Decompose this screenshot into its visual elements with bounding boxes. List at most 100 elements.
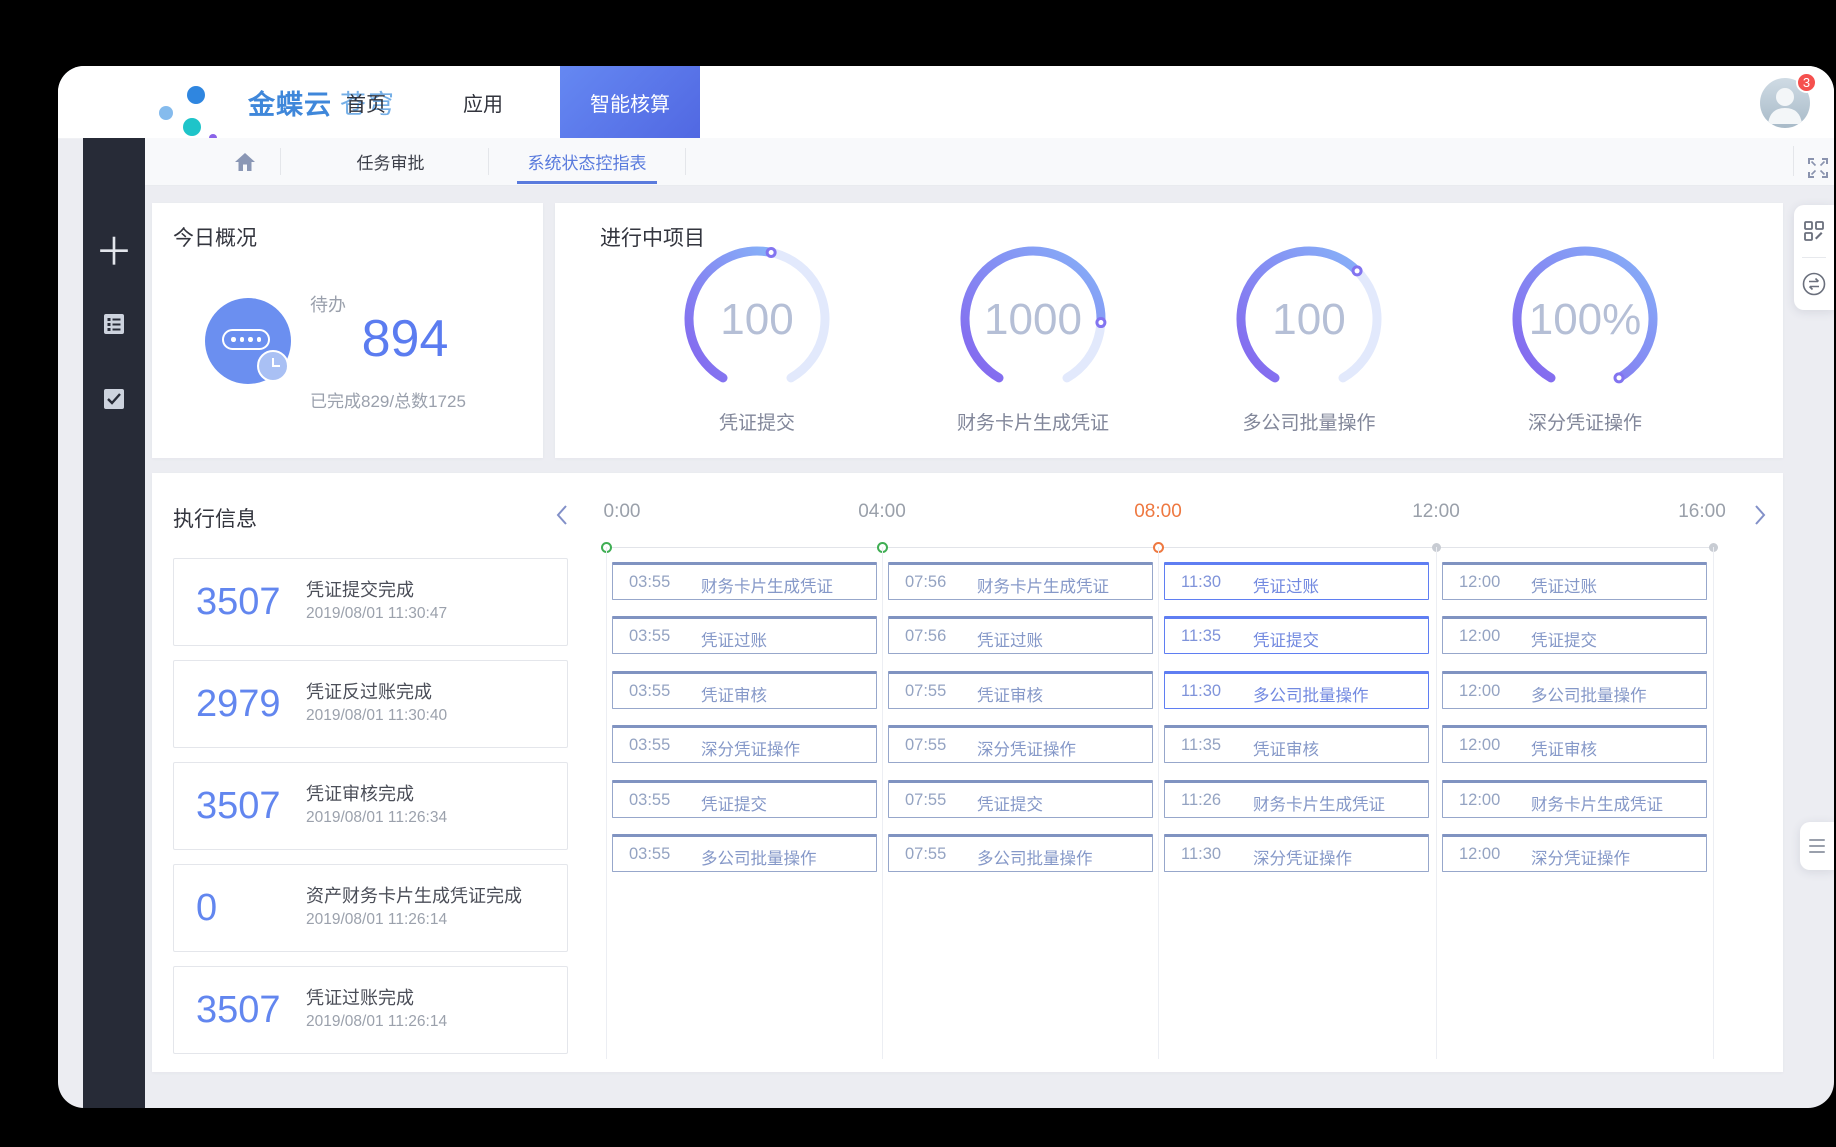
job-card[interactable]: 11:35 凭证审核: [1164, 725, 1429, 763]
plus-icon[interactable]: ＋: [83, 224, 145, 272]
stat-item[interactable]: 3507 凭证提交完成 2019/08/01 11:30:47: [173, 558, 568, 646]
job-label: 凭证审核: [701, 682, 767, 706]
stat-label: 凭证提交完成: [306, 576, 414, 602]
notification-badge[interactable]: 3: [1796, 72, 1817, 93]
job-card[interactable]: 12:00 多公司批量操作: [1442, 671, 1707, 709]
job-card[interactable]: 07:55 凭证提交: [888, 780, 1153, 818]
job-card[interactable]: 07:56 财务卡片生成凭证: [888, 562, 1153, 600]
job-label: 多公司批量操作: [1253, 682, 1369, 706]
completed-summary: 已完成829/总数1725: [310, 387, 466, 412]
job-card[interactable]: 03:55 多公司批量操作: [612, 834, 877, 872]
gauge-value: 100%: [1505, 295, 1665, 345]
job-card[interactable]: 03:55 凭证提交: [612, 780, 877, 818]
nav-item-smart-accounting[interactable]: 智能核算: [560, 66, 700, 138]
stat-item[interactable]: 0 资产财务卡片生成凭证完成 2019/08/01 11:26:14: [173, 864, 568, 952]
job-time: 11:30: [1181, 682, 1221, 701]
job-label: 凭证提交: [701, 791, 767, 815]
stat-value: 3507: [196, 989, 281, 1032]
job-time: 03:55: [629, 573, 670, 592]
job-label: 财务卡片生成凭证: [977, 573, 1109, 597]
job-card[interactable]: 11:30 深分凭证操作: [1164, 834, 1429, 872]
job-card[interactable]: 03:55 凭证过账: [612, 616, 877, 654]
job-label: 凭证过账: [977, 627, 1043, 651]
job-label: 财务卡片生成凭证: [1253, 791, 1385, 815]
gauge-label: 多公司批量操作: [1159, 408, 1459, 435]
logo-dot-teal: [183, 118, 201, 136]
gauge-label: 财务卡片生成凭证: [883, 408, 1183, 435]
job-card[interactable]: 03:55 凭证审核: [612, 671, 877, 709]
tick-label: 0:00: [562, 501, 682, 523]
home-icon[interactable]: [233, 150, 257, 174]
job-time: 12:00: [1459, 627, 1500, 646]
menu-icon: [1800, 822, 1834, 870]
job-label: 凭证审核: [1531, 736, 1597, 760]
todo-count: 894: [310, 309, 500, 369]
gauge-label: 凭证提交: [607, 408, 907, 435]
stat-item[interactable]: 2979 凭证反过账完成 2019/08/01 11:30:40: [173, 660, 568, 748]
job-card-highlighted[interactable]: 11:30 多公司批量操作: [1164, 671, 1429, 709]
swap-icon[interactable]: [1794, 260, 1834, 308]
logo-dot-blue: [187, 86, 205, 104]
tab-task-approval[interactable]: 任务审批: [293, 138, 488, 184]
execution-info-card: 执行信息 0:00 04:00 08:00 12:00 16:00 3507 凭…: [152, 473, 1783, 1072]
job-label: 财务卡片生成凭证: [701, 573, 833, 597]
in-progress-projects-card: 进行中项目 100 凭证提交 1000 财务卡片生成凭证 100 多公司批量操作…: [555, 203, 1783, 458]
job-label: 深分凭证操作: [1253, 845, 1352, 869]
panel-divider: [1802, 257, 1826, 258]
right-tool-panel: [1794, 205, 1834, 310]
today-overview-card: 今日概况 待办 894 已完成829/总数1725: [152, 203, 543, 458]
job-time: 12:00: [1459, 573, 1500, 592]
gauge-multi-company: 100: [1229, 239, 1389, 409]
job-card[interactable]: 11:26 财务卡片生成凭证: [1164, 780, 1429, 818]
job-card[interactable]: 07:55 多公司批量操作: [888, 834, 1153, 872]
job-time: 07:55: [905, 845, 946, 864]
tasks-icon[interactable]: [83, 375, 145, 423]
job-card[interactable]: 07:55 凭证审核: [888, 671, 1153, 709]
column-separator: [1436, 547, 1437, 1059]
layout-edit-icon[interactable]: [1794, 207, 1834, 255]
job-label: 凭证审核: [1253, 736, 1319, 760]
job-time: 12:00: [1459, 845, 1500, 864]
job-card[interactable]: 07:55 深分凭证操作: [888, 725, 1153, 763]
job-card[interactable]: 12:00 财务卡片生成凭证: [1442, 780, 1707, 818]
column-separator: [882, 547, 883, 1059]
job-label: 凭证提交: [977, 791, 1043, 815]
job-card[interactable]: 12:00 凭证过账: [1442, 562, 1707, 600]
nav-item-home[interactable]: 首页: [328, 66, 404, 138]
job-card[interactable]: 12:00 深分凭证操作: [1442, 834, 1707, 872]
job-time: 12:00: [1459, 682, 1500, 701]
tick-label-current: 08:00: [1098, 501, 1218, 523]
user-area: 3: [1760, 78, 1816, 130]
job-label: 多公司批量操作: [701, 845, 817, 869]
tab-divider: [685, 148, 686, 175]
gauge-voucher-submit: 100: [677, 239, 837, 409]
job-card[interactable]: 03:55 财务卡片生成凭证: [612, 562, 877, 600]
gauge-value: 1000: [953, 295, 1113, 345]
nav-item-apps[interactable]: 应用: [445, 66, 521, 138]
column-separator: [606, 547, 607, 1059]
todo-pill-icon: [222, 329, 270, 350]
stat-label: 凭证反过账完成: [306, 678, 432, 704]
job-card[interactable]: 03:55 深分凭证操作: [612, 725, 877, 763]
job-card[interactable]: 07:56 凭证过账: [888, 616, 1153, 654]
app-window: 金蝶云 苍穹 首页 应用 智能核算 3 任务审批 系统状态控指表: [58, 66, 1834, 1108]
stat-item[interactable]: 3507 凭证审核完成 2019/08/01 11:26:34: [173, 762, 568, 850]
job-card-highlighted[interactable]: 11:35 凭证提交: [1164, 616, 1429, 654]
stat-timestamp: 2019/08/01 11:30:47: [306, 605, 447, 623]
list-icon[interactable]: [83, 300, 145, 348]
tick-label: 12:00: [1376, 501, 1496, 523]
gauge-label: 深分凭证操作: [1435, 408, 1735, 435]
todo-icon: [205, 298, 291, 384]
stat-item[interactable]: 3507 凭证过账完成 2019/08/01 11:26:14: [173, 966, 568, 1054]
job-card-highlighted[interactable]: 11:30 凭证过账: [1164, 562, 1429, 600]
stat-label: 凭证过账完成: [306, 984, 414, 1010]
job-label: 多公司批量操作: [1531, 682, 1647, 706]
job-card[interactable]: 12:00 凭证审核: [1442, 725, 1707, 763]
job-time: 11:35: [1181, 627, 1221, 646]
job-card[interactable]: 12:00 凭证提交: [1442, 616, 1707, 654]
menu-float-button[interactable]: [1800, 822, 1834, 870]
fullscreen-icon[interactable]: [1806, 156, 1830, 180]
job-time: 12:00: [1459, 791, 1500, 810]
job-time: 03:55: [629, 736, 670, 755]
tab-system-status-dashboard[interactable]: 系统状态控指表: [489, 138, 685, 184]
